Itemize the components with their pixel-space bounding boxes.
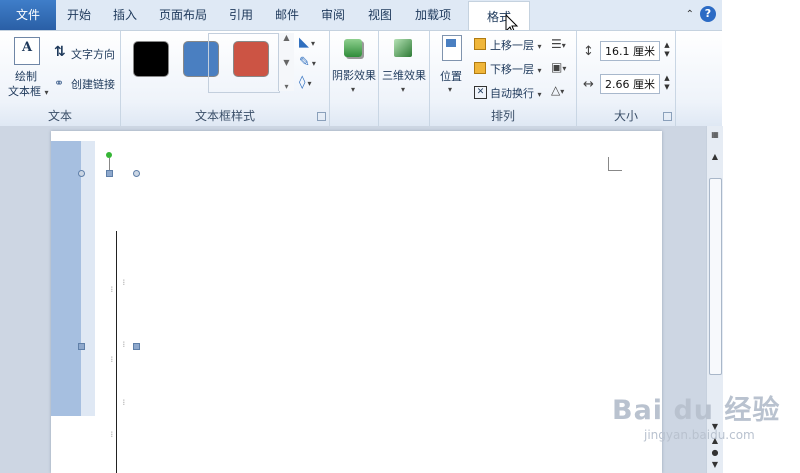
send-backward-label: 下移一层 xyxy=(490,63,534,76)
shadow-effects-dropdown-icon[interactable]: ▾ xyxy=(351,85,355,94)
baidu-watermark: Bai du 经验 xyxy=(612,395,781,426)
3d-effects-icon[interactable] xyxy=(394,39,412,57)
shadow-effects-button[interactable]: 阴影效果 xyxy=(332,67,376,83)
send-backward-button[interactable]: 下移一层 ▾ xyxy=(490,61,542,77)
text-direction-button[interactable]: 文字方向 xyxy=(71,46,115,62)
tabbar-right-controls: ⌃ ? xyxy=(686,6,716,22)
tab-page-layout[interactable]: 页面布局 xyxy=(152,0,214,30)
bring-forward-button[interactable]: 上移一层 ▾ xyxy=(490,37,542,53)
vertical-text-fragment: ⋯ xyxy=(120,399,127,405)
tab-file[interactable]: 文件 xyxy=(0,0,56,30)
bring-forward-icon[interactable] xyxy=(474,38,486,50)
position-icon[interactable] xyxy=(442,35,462,61)
vertical-text-fragment: ⋯ xyxy=(120,341,127,347)
browse-object-icon[interactable]: ● xyxy=(707,448,723,457)
arrange-group-label: 排列 xyxy=(490,109,515,123)
baidu-watermark-url: jingyan.baidu.com xyxy=(644,428,755,442)
tab-format[interactable]: 格式 xyxy=(468,1,530,31)
page-margin-corner-mark xyxy=(608,157,622,171)
ruler-toggle-icon[interactable]: ▦ xyxy=(707,130,723,139)
position-dropdown-icon[interactable]: ▾ xyxy=(448,85,452,94)
wrap-text-button[interactable]: 自动换行 ▾ xyxy=(490,85,542,101)
wrap-text-icon[interactable]: ✕ xyxy=(474,86,487,99)
style-gallery-scroll[interactable]: ▲ ▼ ▾ xyxy=(278,33,294,91)
text-group-label: 文本 xyxy=(47,109,72,123)
size-group: ↕ 16.1 厘米 ▲ ▼ ↔ 2.66 厘米 ▲ ▼ 大小 xyxy=(577,31,676,126)
minimize-ribbon-icon[interactable]: ⌃ xyxy=(686,9,694,20)
shape-width-icon: ↔ xyxy=(583,77,594,92)
chevron-down-icon: ▾ xyxy=(537,90,542,99)
textbox-styles-launcher-icon[interactable] xyxy=(317,112,326,121)
draw-textbox-icon[interactable]: A xyxy=(14,37,40,65)
vertical-text-fragment: ⋯ xyxy=(108,356,115,362)
draw-textbox-label-1[interactable]: 绘制 xyxy=(15,68,37,84)
ribbon: A 绘制 文本框 ▾ ⇅ 文字方向 ⚭ 创建链接 文本 ▲ ▼ ▾ ◣ ▾ ✎ ▾ … xyxy=(0,30,722,127)
size-launcher-icon[interactable] xyxy=(663,112,672,121)
chevron-down-icon: ▾ xyxy=(537,66,542,75)
resize-handle-right[interactable] xyxy=(133,343,140,350)
tab-references[interactable]: 引用 xyxy=(222,0,260,30)
wrap-text-label: 自动换行 xyxy=(490,87,534,100)
tab-mailings[interactable]: 邮件 xyxy=(268,0,306,30)
resize-handle-left[interactable] xyxy=(78,343,85,350)
tab-addins[interactable]: 加载项 xyxy=(408,0,458,30)
resize-handle-top[interactable] xyxy=(106,170,113,177)
3d-effects-button[interactable]: 三维效果 xyxy=(382,67,426,83)
shadow-effects-group: 阴影效果 ▾ xyxy=(330,31,379,126)
text-direction-icon[interactable]: ⇅ xyxy=(54,44,66,60)
gallery-down-icon[interactable]: ▼ xyxy=(283,58,289,67)
group-icon[interactable]: ▣▾ xyxy=(551,60,566,74)
3d-effects-dropdown-icon[interactable]: ▾ xyxy=(401,85,405,94)
link-icon[interactable]: ⚭ xyxy=(54,76,64,90)
align-icon[interactable]: ☰▾ xyxy=(551,37,566,51)
height-spinner-icon[interactable]: ▲ ▼ xyxy=(661,41,673,61)
help-icon[interactable]: ? xyxy=(700,6,716,22)
size-group-label: 大小 xyxy=(613,109,638,123)
scroll-thumb[interactable] xyxy=(709,178,722,375)
textbox-styles-group: ▲ ▼ ▾ ◣ ▾ ✎ ▾ ◊ ▾ 文本框样式 xyxy=(121,31,330,126)
vertical-text-fragment: ⋯ xyxy=(108,431,115,437)
resize-handle-top-left[interactable] xyxy=(78,170,85,177)
selected-textbox[interactable] xyxy=(51,141,81,416)
shape-width-input[interactable]: 2.66 厘米 xyxy=(600,74,660,94)
chevron-down-icon: ▾ xyxy=(44,88,49,97)
next-page-icon[interactable]: ▼ xyxy=(707,460,723,469)
arrange-group: 位置 ▾ 上移一层 ▾ 下移一层 ▾ ✕ 自动换行 ▾ ☰▾ ▣▾ △▾ 排列 xyxy=(430,31,577,126)
style-swatch-black[interactable] xyxy=(133,41,169,77)
3d-effects-group: 三维效果 ▾ xyxy=(379,31,430,126)
shadow-effects-icon[interactable] xyxy=(344,39,362,57)
chevron-down-icon: ▾ xyxy=(537,42,542,51)
tab-review[interactable]: 审阅 xyxy=(314,0,352,30)
tab-insert[interactable]: 插入 xyxy=(106,0,144,30)
change-shape-icon[interactable]: ◊ ▾ xyxy=(299,75,311,90)
send-backward-icon[interactable] xyxy=(474,62,486,74)
vertical-rule-line xyxy=(116,231,117,473)
width-spinner-icon[interactable]: ▲ ▼ xyxy=(661,74,673,94)
shape-height-icon: ↕ xyxy=(583,44,594,59)
gallery-more-icon[interactable]: ▾ xyxy=(284,82,288,91)
shape-outline-icon[interactable]: ✎ ▾ xyxy=(299,55,316,70)
textbox-styles-group-label: 文本框样式 xyxy=(194,109,255,123)
position-button[interactable]: 位置 xyxy=(440,68,462,84)
shape-height-input[interactable]: 16.1 厘米 xyxy=(600,41,660,61)
text-group: A 绘制 文本框 ▾ ⇅ 文字方向 ⚭ 创建链接 文本 xyxy=(0,31,121,126)
shape-fill-icon[interactable]: ◣ ▾ xyxy=(299,35,315,50)
tab-view[interactable]: 视图 xyxy=(360,0,400,30)
style-gallery-frame xyxy=(208,33,280,93)
textbox-fill-edge xyxy=(81,141,95,416)
scroll-up-icon[interactable]: ▲ xyxy=(707,152,723,161)
bring-forward-label: 上移一层 xyxy=(490,39,534,52)
vertical-text-fragment: ⋯ xyxy=(120,279,127,285)
create-link-button[interactable]: 创建链接 xyxy=(71,76,115,92)
resize-handle-top-right[interactable] xyxy=(133,170,140,177)
draw-textbox-label-2-text: 文本框 xyxy=(8,85,41,98)
vertical-text-fragment: ⋯ xyxy=(108,286,115,292)
tab-home[interactable]: 开始 xyxy=(60,0,98,30)
gallery-up-icon[interactable]: ▲ xyxy=(283,33,289,42)
document-page[interactable]: ⋯ ⋯ ⋯ ⋯ ⋯ ⋯ xyxy=(51,131,662,473)
draw-textbox-label-2[interactable]: 文本框 ▾ xyxy=(8,83,49,99)
rotate-icon[interactable]: △▾ xyxy=(551,83,564,97)
ribbon-tab-bar: 文件 开始 插入 页面布局 引用 邮件 审阅 视图 加载项 格式 ⌃ ? xyxy=(0,0,722,31)
